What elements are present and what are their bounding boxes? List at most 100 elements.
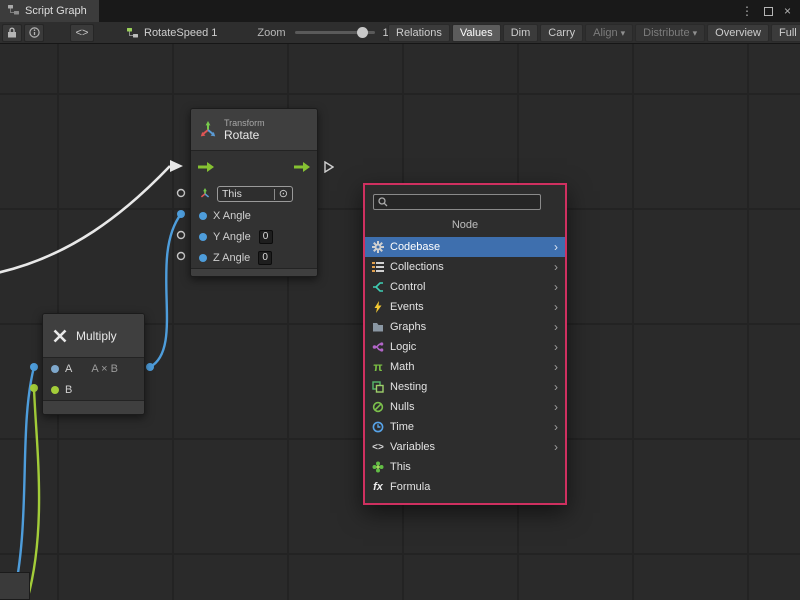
dim-button[interactable]: Dim <box>503 24 539 42</box>
flow-in-arrow-icon[interactable] <box>198 162 214 175</box>
flow-out-arrow-icon[interactable] <box>294 162 310 175</box>
finder-item-control[interactable]: Control › <box>365 277 565 297</box>
list-icon <box>371 261 385 273</box>
value-port-dot[interactable] <box>199 212 207 220</box>
port-row-z-angle[interactable]: Z Angle 0 <box>191 247 317 268</box>
chevron-right-icon: › <box>554 300 558 314</box>
pi-icon: π <box>371 361 385 373</box>
port-label: Z Angle <box>213 252 250 264</box>
port-multiply-output[interactable] <box>146 363 154 371</box>
value-port-dot[interactable] <box>51 365 59 373</box>
finder-item-this[interactable]: This <box>365 457 565 477</box>
finder-item-label: Logic <box>390 341 416 353</box>
wire-to-a-input[interactable] <box>12 367 34 600</box>
code-icon: <> <box>76 27 89 39</box>
port-row-x-angle[interactable]: X Angle <box>191 205 317 226</box>
port-zangle-input[interactable] <box>178 253 185 260</box>
zoom-slider[interactable] <box>295 31 375 34</box>
fullscreen-button[interactable]: Full Screen <box>771 24 800 42</box>
port-label: B <box>65 384 72 396</box>
chevron-right-icon: › <box>554 340 558 354</box>
flow-port-row <box>191 151 317 183</box>
close-icon[interactable]: × <box>784 4 791 18</box>
lock-icon <box>7 27 17 38</box>
graph-toolbar: <> RotateSpeed 1 Zoom 1x Relations Value… <box>0 22 800 44</box>
value-port-dot[interactable] <box>199 233 207 241</box>
chevron-right-icon: › <box>554 320 558 334</box>
finder-item-math[interactable]: π Math › <box>365 357 565 377</box>
this-target-row: This ⊙ <box>191 183 317 205</box>
object-picker-icon[interactable]: ⊙ <box>274 189 288 200</box>
y-angle-value-field[interactable]: 0 <box>259 230 273 244</box>
partial-node[interactable] <box>0 572 30 600</box>
port-row-b[interactable]: B <box>43 379 144 400</box>
finder-search-field[interactable] <box>373 194 541 210</box>
this-icon <box>371 461 385 473</box>
carry-button[interactable]: Carry <box>540 24 583 42</box>
z-angle-value-field[interactable]: 0 <box>258 251 272 265</box>
values-button[interactable]: Values <box>452 24 501 42</box>
overview-button[interactable]: Overview <box>707 24 769 42</box>
search-input[interactable] <box>392 196 536 208</box>
port-yangle-input[interactable] <box>178 232 185 239</box>
port-xangle-input[interactable] <box>177 210 185 218</box>
port-this-input[interactable] <box>178 190 185 197</box>
multiply-node[interactable]: Multiply A A × B B <box>42 313 145 415</box>
transform-rotate-node[interactable]: Transform Rotate This ⊙ <box>190 108 318 277</box>
align-button[interactable]: Align▾ <box>585 24 633 42</box>
finder-item-nulls[interactable]: Nulls › <box>365 397 565 417</box>
port-row-y-angle[interactable]: Y Angle 0 <box>191 226 317 247</box>
info-button[interactable] <box>24 24 44 42</box>
wire-to-b-input[interactable] <box>26 388 39 600</box>
flow-out-port-icon[interactable] <box>324 161 334 176</box>
node-header[interactable]: Multiply <box>43 314 144 358</box>
variables-icon: <> <box>371 441 385 453</box>
value-port-dot[interactable] <box>199 254 207 262</box>
graph-canvas[interactable]: Transform Rotate This ⊙ <box>0 44 800 600</box>
port-hint: A × B <box>91 363 118 375</box>
port-a-input[interactable] <box>30 363 38 371</box>
finder-item-time[interactable]: Time › <box>365 417 565 437</box>
wire-multiply-to-xangle[interactable] <box>150 214 181 367</box>
nesting-icon <box>371 381 385 393</box>
finder-item-label: Formula <box>390 481 430 493</box>
window-menu-icon[interactable]: ⋮ <box>741 4 753 18</box>
target-object-field[interactable]: This ⊙ <box>217 186 293 202</box>
finder-item-label: Codebase <box>390 241 440 253</box>
maximize-icon[interactable] <box>764 7 773 16</box>
finder-item-graphs[interactable]: Graphs › <box>365 317 565 337</box>
tab-script-graph[interactable]: Script Graph <box>0 0 99 22</box>
code-view-button[interactable]: <> <box>70 24 94 42</box>
zoom-slider-handle[interactable] <box>357 27 368 38</box>
chevron-down-icon: ▾ <box>621 28 626 39</box>
finder-item-label: Nesting <box>390 381 427 393</box>
relations-button[interactable]: Relations <box>388 24 450 42</box>
finder-item-variables[interactable]: <> Variables › <box>365 437 565 457</box>
finder-item-formula[interactable]: fx Formula <box>365 477 565 497</box>
graph-name: RotateSpeed 1 <box>144 27 217 39</box>
port-label: Y Angle <box>213 231 251 243</box>
distribute-button[interactable]: Distribute▾ <box>635 24 705 42</box>
node-header[interactable]: Transform Rotate <box>191 109 317 151</box>
chevron-right-icon: › <box>554 380 558 394</box>
tab-title: Script Graph <box>25 5 87 17</box>
finder-item-nesting[interactable]: Nesting › <box>365 377 565 397</box>
lock-button[interactable] <box>2 24 22 42</box>
finder-item-collections[interactable]: Collections › <box>365 257 565 277</box>
node-category: Transform <box>224 118 265 129</box>
chevron-right-icon: › <box>554 280 558 294</box>
finder-item-logic[interactable]: Logic › <box>365 337 565 357</box>
null-icon <box>371 401 385 413</box>
formula-icon: fx <box>371 481 385 493</box>
graph-asset-icon <box>126 26 139 39</box>
node-title: Rotate <box>224 129 265 142</box>
finder-item-label: Graphs <box>390 321 426 333</box>
value-port-dot[interactable] <box>51 386 59 394</box>
port-b-input[interactable] <box>30 384 38 392</box>
chevron-down-icon: ▾ <box>693 28 698 39</box>
info-icon <box>29 27 40 38</box>
finder-item-events[interactable]: Events › <box>365 297 565 317</box>
finder-item-codebase[interactable]: Codebase › <box>365 237 565 257</box>
wire-flow-in[interactable] <box>0 166 170 274</box>
port-row-a[interactable]: A A × B <box>43 358 144 379</box>
